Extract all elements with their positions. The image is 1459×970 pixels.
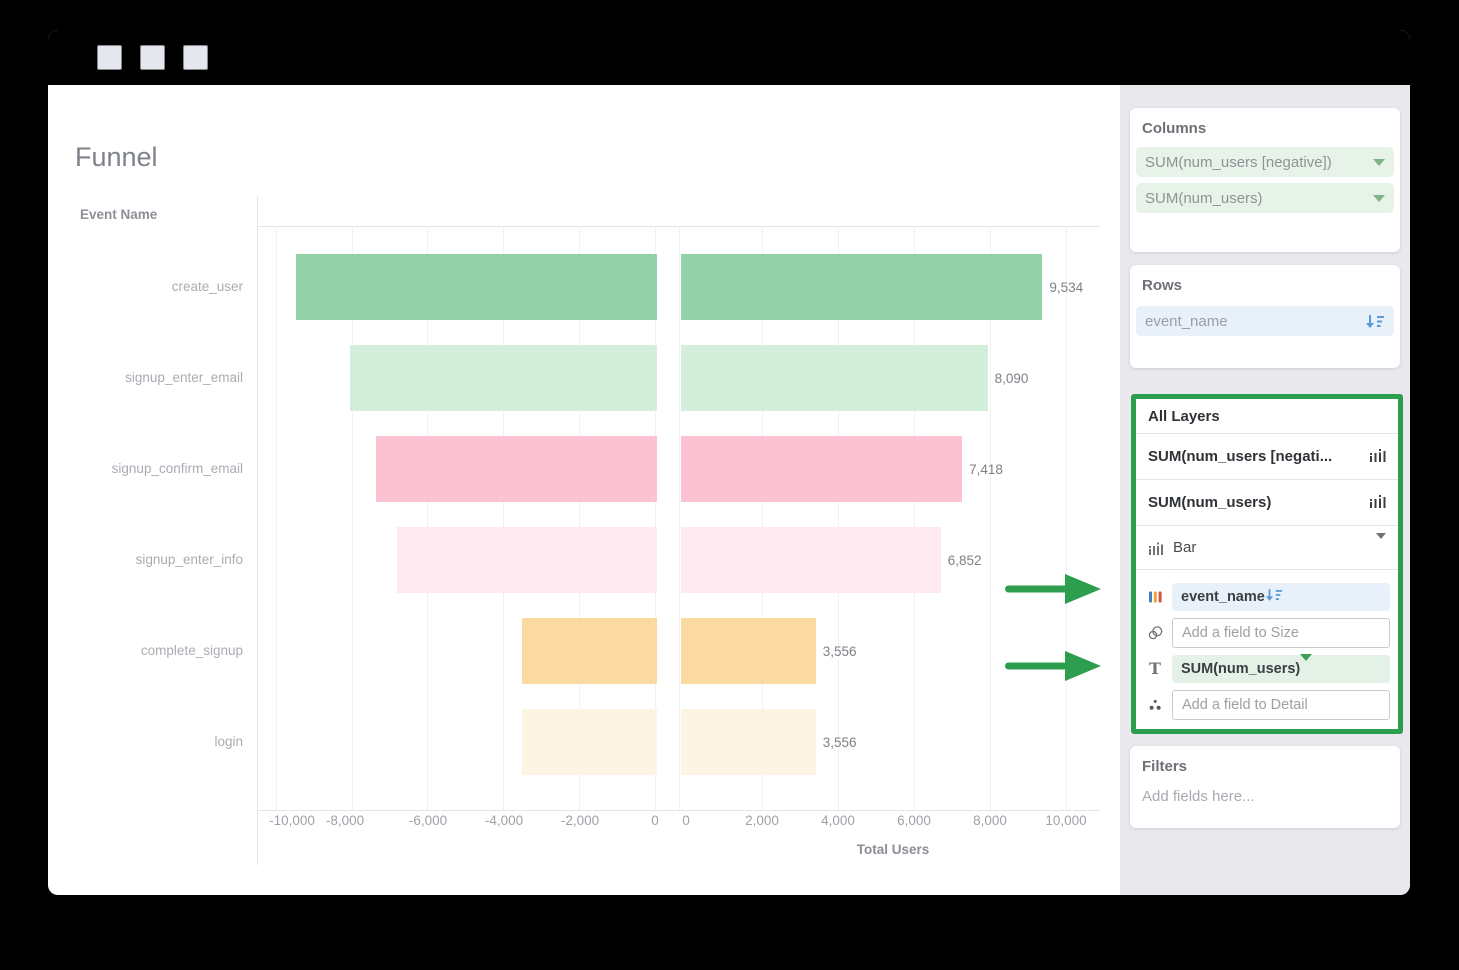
detail-field-dropzone[interactable]: Add a field to Detail <box>1172 690 1390 720</box>
annotation-arrow-icon <box>1003 644 1103 688</box>
bar-signup_enter_email[interactable] <box>681 345 988 411</box>
detail-mark-icon[interactable] <box>1148 699 1162 711</box>
bar-value-label: 3,556 <box>823 735 857 750</box>
pill-label: SUM(num_users) <box>1181 661 1300 677</box>
x-tick: -2,000 <box>540 813 620 828</box>
chevron-down-icon[interactable] <box>1300 654 1312 677</box>
bar-value-label: 6,852 <box>948 553 982 568</box>
x-tick: 0 <box>646 813 726 828</box>
sort-descending-icon[interactable] <box>1365 314 1385 329</box>
x-tick: 2,000 <box>722 813 802 828</box>
size-field-dropzone[interactable]: Add a field to Size <box>1172 618 1390 648</box>
bar-row: 6,852 <box>48 527 1120 593</box>
bar-negative-signup_confirm_email[interactable] <box>376 436 657 502</box>
bar-complete_signup[interactable] <box>681 618 816 684</box>
bar-signup_enter_info[interactable] <box>681 527 941 593</box>
pill-sum-num-users-negative[interactable]: SUM(num_users [negative]) <box>1136 147 1394 177</box>
rows-shelf: Rows event_name <box>1130 265 1400 368</box>
bar-value-label: 3,556 <box>823 644 857 659</box>
filters-shelf-title: Filters <box>1130 746 1400 775</box>
bar-negative-login[interactable] <box>522 709 657 775</box>
bar-login[interactable] <box>681 709 816 775</box>
color-field-pill[interactable]: event_name <box>1172 583 1390 611</box>
filters-shelf: Filters Add fields here... <box>1130 746 1400 828</box>
pill-label: event_name <box>1181 589 1265 605</box>
mark-type-dropdown[interactable]: Bar <box>1136 526 1398 570</box>
app-window: Funnel Event Name create_user signup_ent… <box>48 30 1410 895</box>
rows-shelf-title: Rows <box>1130 265 1400 294</box>
bar-negative-signup_enter_email[interactable] <box>350 345 657 411</box>
chart-title: Funnel <box>75 142 158 173</box>
pill-label: SUM(num_users) <box>1145 190 1263 207</box>
bar-negative-complete_signup[interactable] <box>522 618 657 684</box>
bar-row: 9,534 <box>48 254 1120 320</box>
pill-sum-num-users[interactable]: SUM(num_users) <box>1136 183 1394 213</box>
chevron-down-icon[interactable] <box>1373 195 1385 202</box>
chevron-down-icon[interactable] <box>1376 533 1386 556</box>
bar-row: 7,418 <box>48 436 1120 502</box>
layer-label: SUM(num_users) <box>1148 494 1271 511</box>
color-mark-icon[interactable] <box>1149 591 1162 603</box>
layer-label: SUM(num_users [negati... <box>1148 448 1332 465</box>
window-control-icon[interactable] <box>183 45 208 70</box>
placeholder-text: Add a field to Detail <box>1182 697 1308 713</box>
text-mark-icon[interactable]: T <box>1149 661 1161 677</box>
placeholder-text: Add a field to Size <box>1182 625 1299 641</box>
bar-mark-icon <box>1369 447 1386 462</box>
bar-negative-create_user[interactable] <box>296 254 657 320</box>
bar-value-label: 8,090 <box>995 371 1029 386</box>
pill-label: SUM(num_users [negative]) <box>1145 154 1332 171</box>
bar-mark-icon <box>1369 493 1386 508</box>
bar-row: 3,556 <box>48 709 1120 775</box>
mark-type-label: Bar <box>1173 539 1196 556</box>
bar-signup_confirm_email[interactable] <box>681 436 962 502</box>
bar-row: 3,556 <box>48 618 1120 684</box>
bar-value-label: 7,418 <box>969 462 1003 477</box>
columns-shelf: Columns SUM(num_users [negative]) SUM(nu… <box>1130 108 1400 252</box>
x-tick: 8,000 <box>950 813 1030 828</box>
label-field-pill[interactable]: SUM(num_users) <box>1172 655 1390 683</box>
x-tick: 4,000 <box>798 813 878 828</box>
title-bar <box>48 30 1410 85</box>
x-tick: -6,000 <box>388 813 468 828</box>
pill-label: event_name <box>1145 313 1228 330</box>
filters-dropzone[interactable]: Add fields here... <box>1130 775 1400 805</box>
pill-event-name[interactable]: event_name <box>1136 306 1394 336</box>
layer-sum-num-users[interactable]: SUM(num_users) <box>1136 480 1398 526</box>
all-layers-title: All Layers <box>1136 399 1398 434</box>
bar-value-label: 9,534 <box>1049 280 1083 295</box>
layer-sum-num-users-negative[interactable]: SUM(num_users [negati... <box>1136 434 1398 480</box>
window-control-icon[interactable] <box>97 45 122 70</box>
chevron-down-icon[interactable] <box>1373 159 1385 166</box>
sort-descending-icon[interactable] <box>1265 588 1283 602</box>
window-control-icon[interactable] <box>140 45 165 70</box>
bar-negative-signup_enter_info[interactable] <box>397 527 657 593</box>
all-layers-panel: All Layers SUM(num_users [negati... SUM(… <box>1131 394 1403 734</box>
size-mark-icon[interactable] <box>1148 626 1163 640</box>
bar-chart-icon <box>1148 541 1164 555</box>
bar-create_user[interactable] <box>681 254 1042 320</box>
x-tick: -8,000 <box>305 813 385 828</box>
columns-shelf-title: Columns <box>1130 108 1400 137</box>
shelves-sidebar: Columns SUM(num_users [negative]) SUM(nu… <box>1120 85 1410 895</box>
annotation-arrow-icon <box>1003 567 1103 611</box>
x-axis-title: Total Users <box>793 842 993 857</box>
x-tick: -4,000 <box>464 813 544 828</box>
bar-row: 8,090 <box>48 345 1120 411</box>
x-tick: 6,000 <box>874 813 954 828</box>
row-axis-title: Event Name <box>80 207 157 222</box>
x-axis-line <box>257 810 1100 811</box>
x-tick: 10,000 <box>1026 813 1106 828</box>
